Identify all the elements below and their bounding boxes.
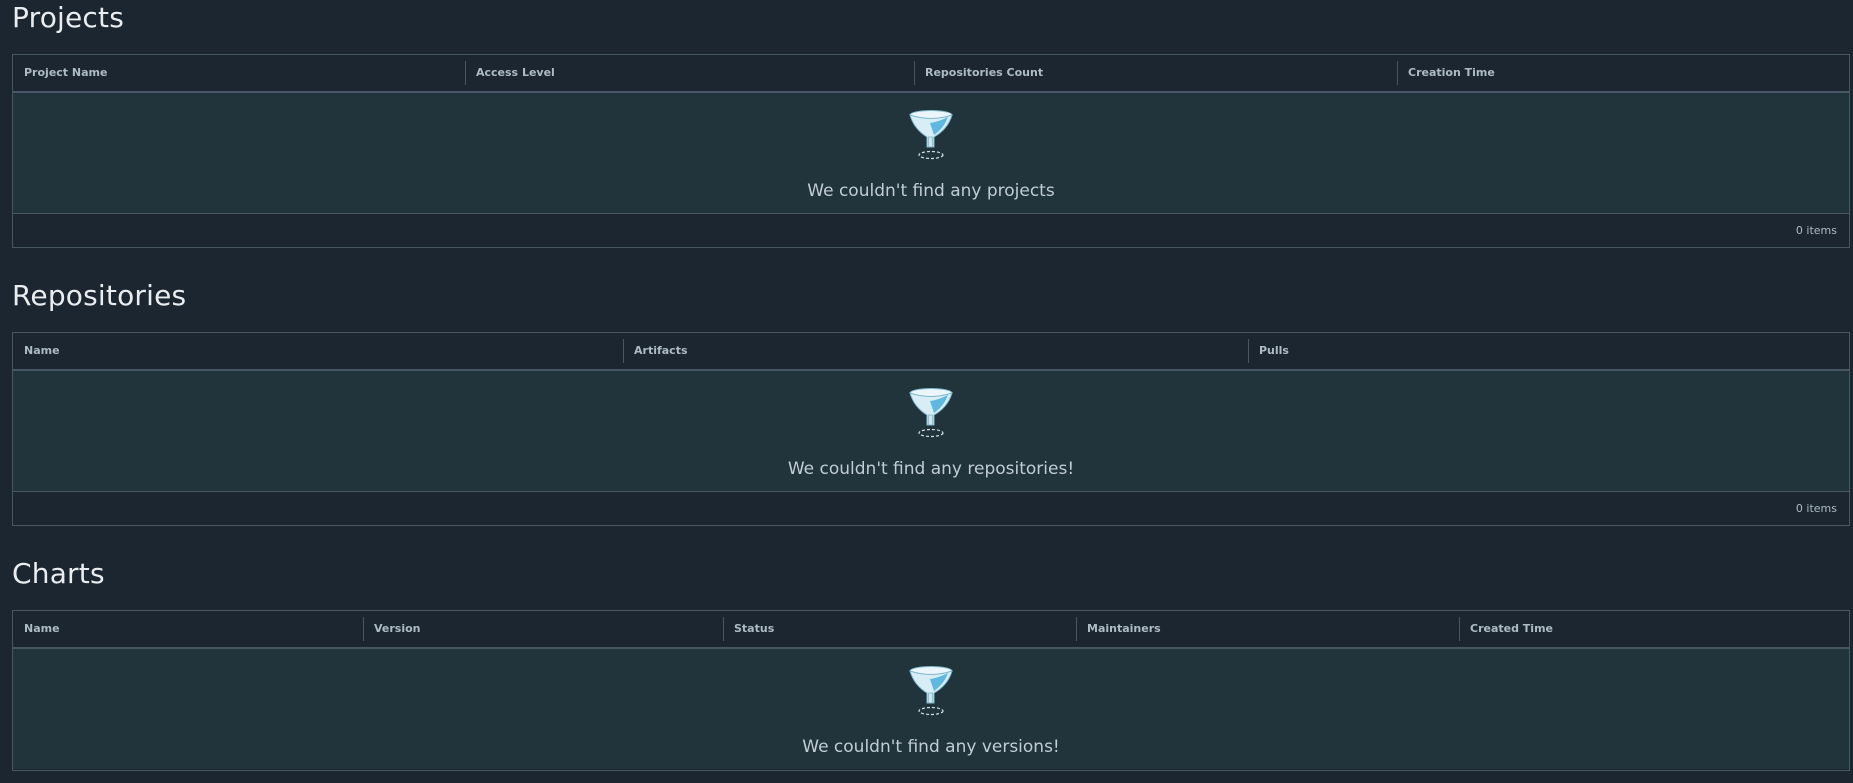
column-header-project-name[interactable]: Project Name [13, 55, 465, 91]
search-results-page: Projects Project Name Access Level Repos… [0, 0, 1853, 783]
projects-section-title: Projects [12, 1, 124, 34]
repositories-empty-placeholder: We couldn't find any repositories! [13, 371, 1849, 492]
charts-section-title: Charts [12, 557, 105, 590]
repositories-datagrid: Name Artifacts Pulls We couldn't find an… [12, 332, 1850, 526]
column-header-creation-time[interactable]: Creation Time [1397, 55, 1849, 91]
charts-empty-placeholder: We couldn't find any versions! [13, 649, 1849, 769]
column-header-pulls[interactable]: Pulls [1248, 333, 1848, 369]
projects-empty-message: We couldn't find any projects [807, 181, 1055, 201]
repositories-grid-header: Name Artifacts Pulls [13, 333, 1849, 371]
column-header-repositories-count[interactable]: Repositories Count [914, 55, 1397, 91]
projects-empty-placeholder: We couldn't find any projects [13, 93, 1849, 214]
repositories-item-count: 0 items [1795, 502, 1837, 515]
column-header-access-level[interactable]: Access Level [465, 55, 914, 91]
projects-grid-footer: 0 items [13, 214, 1849, 247]
repositories-empty-message: We couldn't find any repositories! [787, 459, 1075, 479]
charts-empty-message: We couldn't find any versions! [802, 737, 1060, 757]
projects-grid-header: Project Name Access Level Repositories C… [13, 55, 1849, 93]
column-header-name[interactable]: Name [13, 333, 623, 369]
column-header-created-time[interactable]: Created Time [1459, 611, 1849, 647]
projects-item-count: 0 items [1795, 224, 1837, 237]
filter-funnel-icon [909, 666, 953, 716]
projects-datagrid: Project Name Access Level Repositories C… [12, 54, 1850, 248]
charts-datagrid: Name Version Status Maintainers Created … [12, 610, 1850, 771]
column-header-status[interactable]: Status [723, 611, 1076, 647]
column-header-version[interactable]: Version [363, 611, 723, 647]
repositories-section-title: Repositories [12, 279, 187, 312]
column-header-maintainers[interactable]: Maintainers [1076, 611, 1459, 647]
column-header-name[interactable]: Name [13, 611, 363, 647]
column-header-artifacts[interactable]: Artifacts [623, 333, 1248, 369]
repositories-grid-footer: 0 items [13, 492, 1849, 525]
filter-funnel-icon [909, 388, 953, 438]
charts-grid-header: Name Version Status Maintainers Created … [13, 611, 1849, 649]
filter-funnel-icon [909, 110, 953, 160]
